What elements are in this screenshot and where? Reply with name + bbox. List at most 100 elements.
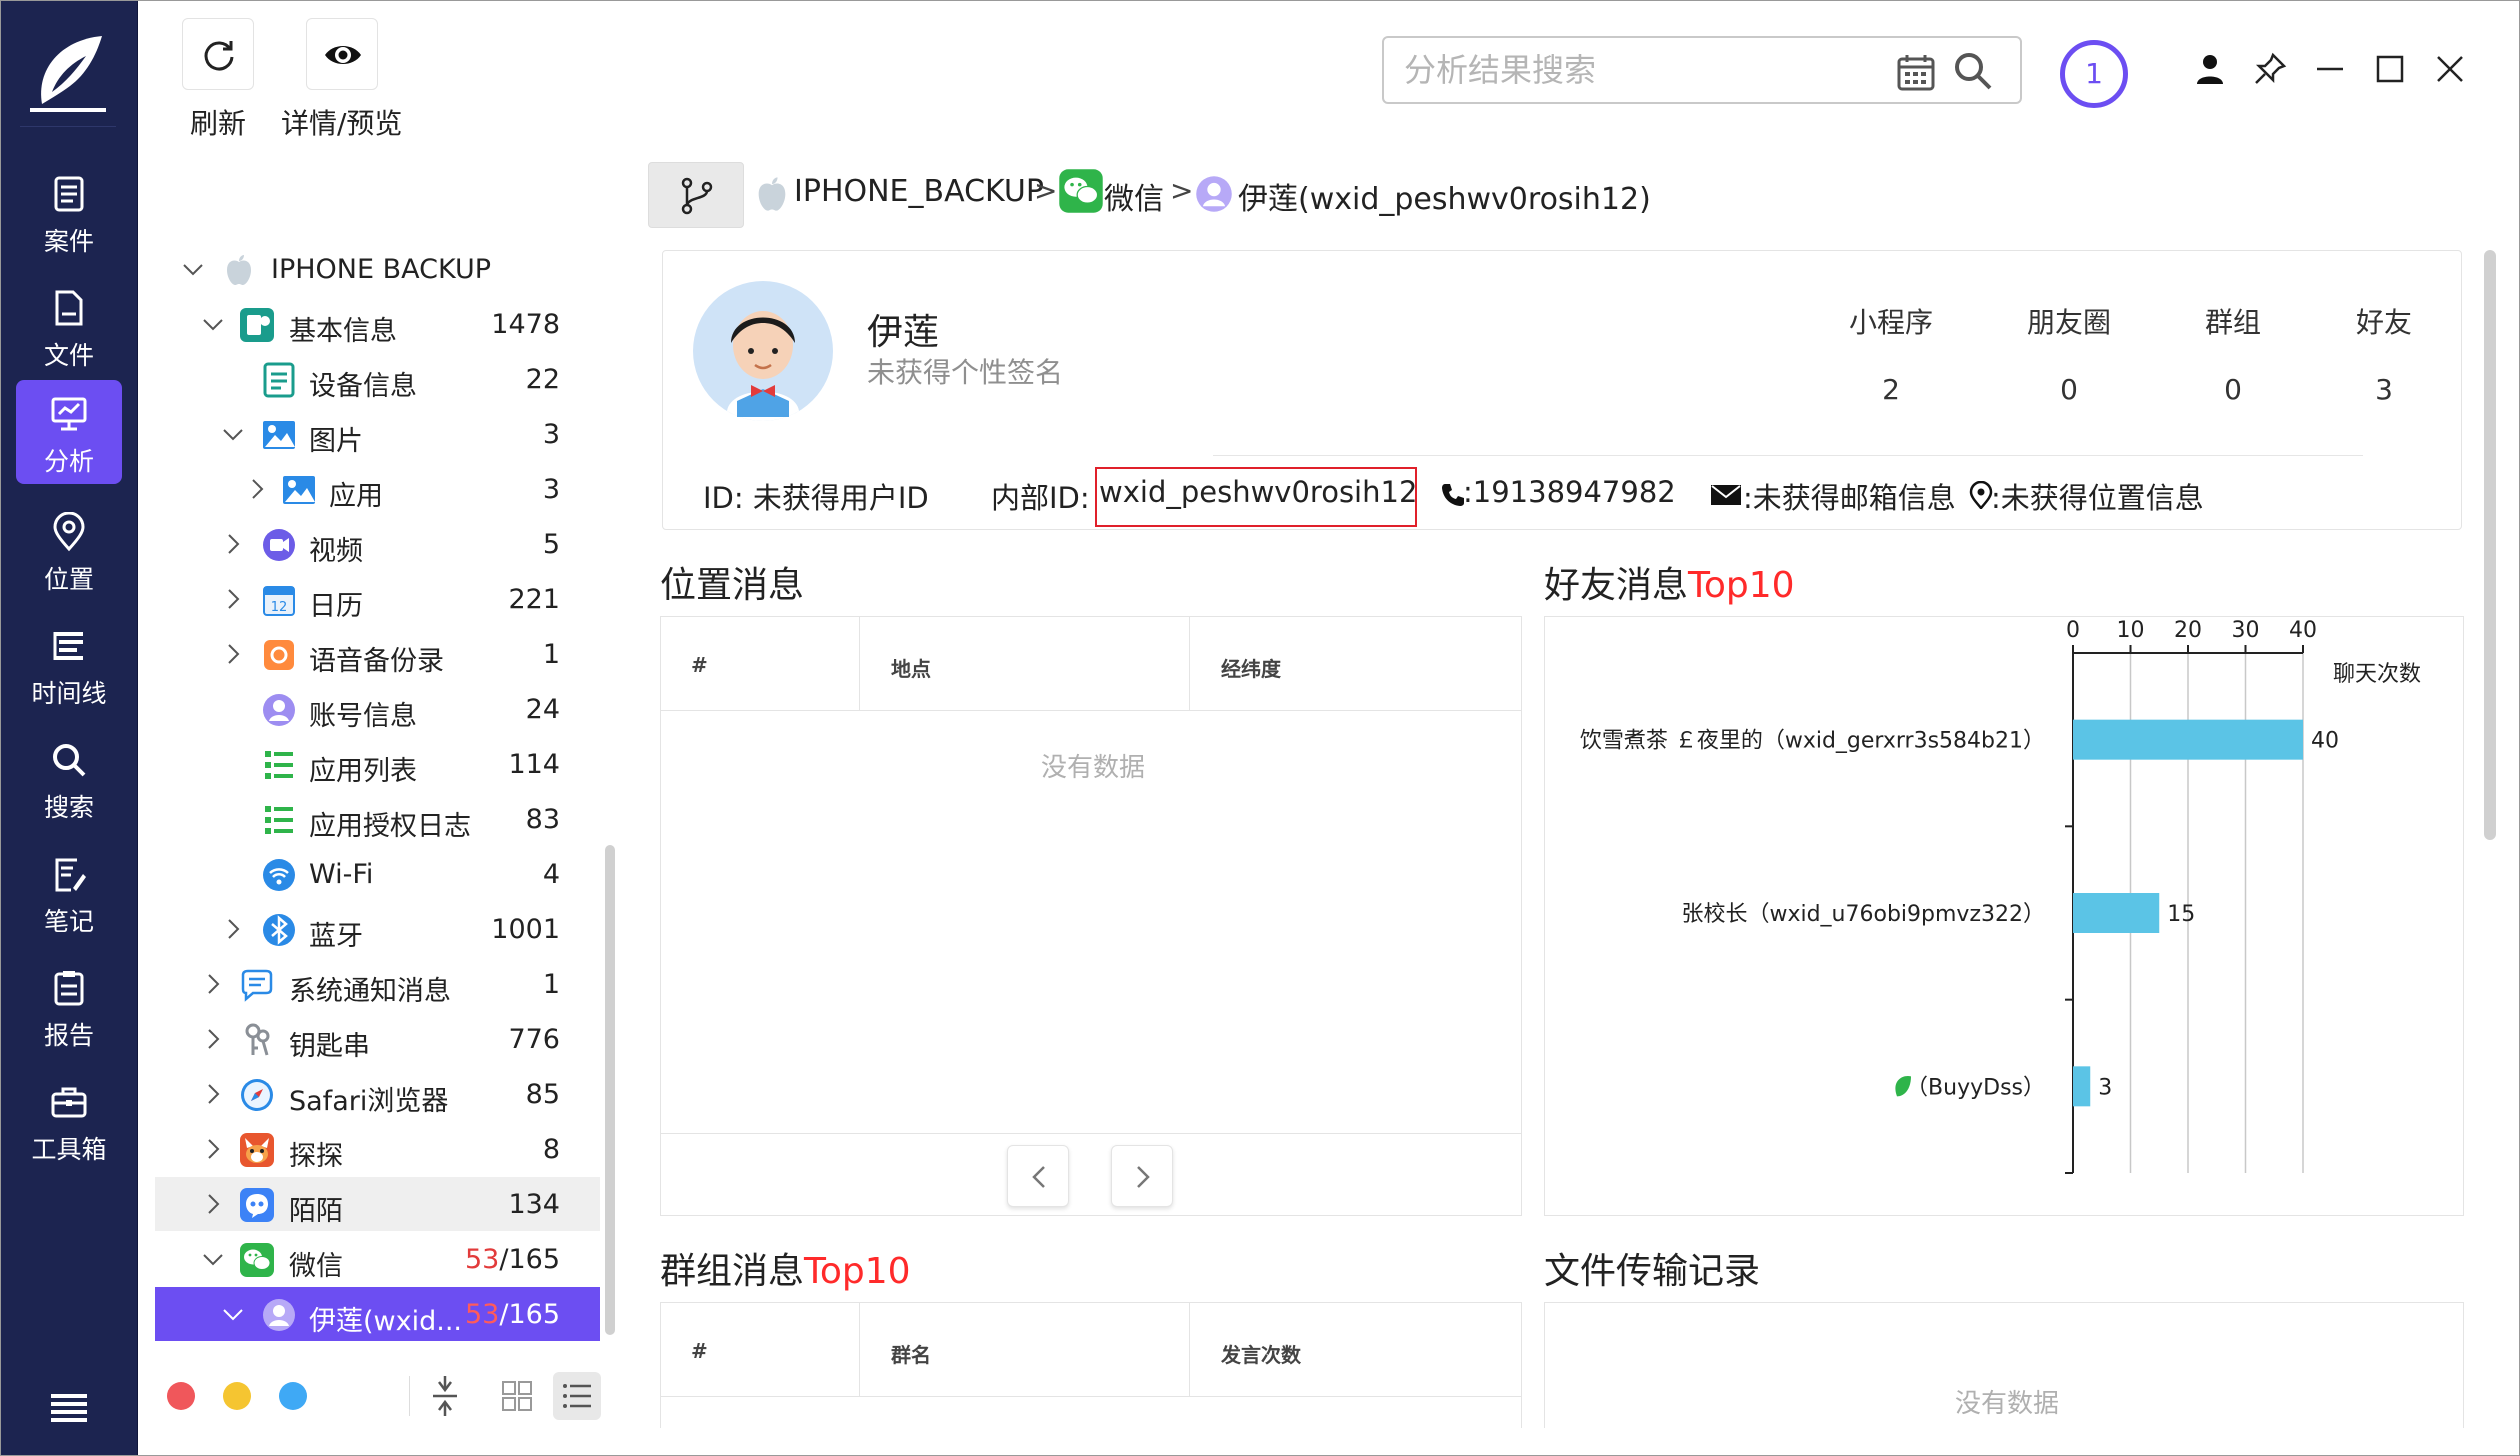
column-header[interactable]: # (691, 653, 708, 677)
apple-icon (227, 255, 251, 285)
tree-item-yilian[interactable]: 伊莲(wxid... 53/165 (155, 1287, 600, 1341)
nav-item-search[interactable]: 搜索 (16, 726, 122, 830)
chevron-right-icon[interactable] (201, 1082, 225, 1106)
content-scrollbar[interactable] (2484, 250, 2496, 840)
tree-label: 应用授权日志 (309, 811, 471, 842)
task-counter-badge[interactable]: 1 (2060, 40, 2128, 108)
tree-scrollbar[interactable] (605, 845, 615, 1335)
column-header[interactable]: # (691, 1339, 708, 1363)
chevron-down-icon[interactable] (221, 422, 245, 446)
pin-icon[interactable] (2251, 50, 2289, 88)
tantan-icon (240, 1133, 274, 1167)
wifi-icon (263, 859, 295, 891)
nav-item-file[interactable]: 文件 (16, 274, 122, 378)
tree-item-images[interactable]: 图片 3 (155, 407, 600, 461)
tree-count: 3 (542, 474, 560, 505)
stat-value: 3 (2375, 373, 2393, 406)
nav-item-case[interactable]: 案件 (16, 160, 122, 264)
chevron-right-icon[interactable] (221, 532, 245, 556)
tree-label: Wi-Fi (309, 859, 374, 890)
tree-item-app-auth-log[interactable]: 应用授权日志 83 (155, 792, 600, 846)
breadcrumb-item-backup[interactable]: IPHONE_BACKUP (794, 174, 1044, 209)
nav-item-timeline[interactable]: 时间线 (16, 612, 122, 716)
chevron-down-icon[interactable] (201, 312, 225, 336)
tree-count-highlight: 53 (465, 1244, 500, 1275)
tree-item-calendar[interactable]: 12 日历 221 (155, 572, 600, 626)
chevron-right-icon[interactable] (245, 477, 269, 501)
chevron-right-icon[interactable] (221, 587, 245, 611)
column-header[interactable]: 经纬度 (1221, 653, 1281, 682)
chart-tick-label: 20 (2174, 618, 2202, 643)
nav-item-note[interactable]: 笔记 (16, 840, 122, 944)
chevron-down-icon[interactable] (221, 1302, 245, 1326)
tree-count: 8 (542, 1134, 560, 1165)
details-button-frame (305, 18, 378, 90)
blue-dot-filter[interactable] (279, 1382, 307, 1410)
tree-item-bluetooth[interactable]: 蓝牙 1001 (155, 902, 600, 956)
refresh-button[interactable]: 刷新 (182, 18, 254, 142)
tree-item-momo[interactable]: 陌陌 134 (155, 1177, 600, 1231)
list-view-icon[interactable] (553, 1372, 601, 1420)
avatar (693, 281, 833, 421)
minimize-icon[interactable] (2311, 50, 2349, 88)
tree-item-iphone-backup[interactable]: IPHONE BACKUP (155, 242, 600, 296)
breadcrumb-item-user[interactable]: 伊莲(wxid_peshwv0rosih12) (1238, 174, 1651, 218)
collapse-all-icon[interactable] (421, 1372, 469, 1420)
nav-item-location[interactable]: 位置 (16, 498, 122, 602)
tree-item-video[interactable]: 视频 5 (155, 517, 600, 571)
stat-value: 0 (2224, 373, 2242, 406)
friends-title-prefix: 好友消息 (1544, 565, 1689, 606)
chevron-right-icon[interactable] (201, 1192, 225, 1216)
prev-page-button[interactable] (1007, 1145, 1069, 1207)
nav-item-toolbox[interactable]: 工具箱 (16, 1068, 122, 1172)
tree-count: 22 (525, 364, 560, 395)
chevron-right-icon[interactable] (221, 917, 245, 941)
chevron-right-icon[interactable] (201, 1137, 225, 1161)
tree-label: 日历 (309, 591, 363, 622)
apple-icon (758, 177, 786, 211)
tree-item-wifi[interactable]: Wi-Fi 4 (155, 847, 600, 901)
close-icon[interactable] (2431, 50, 2469, 88)
hamburger-menu-icon[interactable] (49, 1390, 89, 1426)
tree-item-safari[interactable]: Safari浏览器 85 (155, 1067, 600, 1121)
grid-view-icon[interactable] (493, 1372, 541, 1420)
tree-item-voice-memo[interactable]: 语音备份录 1 (155, 627, 600, 681)
tree-item-keychain[interactable]: 钥匙串 776 (155, 1012, 600, 1066)
search-icon[interactable] (1952, 50, 1994, 92)
column-header[interactable]: 发言次数 (1221, 1339, 1301, 1368)
branch-toggle-button[interactable] (648, 162, 744, 228)
result-search-input[interactable] (1404, 48, 1874, 92)
tree-item-system-notification[interactable]: 系统通知消息 1 (155, 957, 600, 1011)
breadcrumb-item-wechat[interactable]: 微信 (1104, 174, 1164, 218)
details-preview-button[interactable]: 详情/预览 (281, 18, 402, 142)
email-icon (1711, 485, 1741, 505)
image-icon (283, 476, 315, 504)
tree-item-app-list[interactable]: 应用列表 114 (155, 737, 600, 791)
tree-item-basic-info[interactable]: 基本信息 1478 (155, 297, 600, 351)
nav-item-analysis[interactable]: 分析 (16, 380, 122, 484)
chevron-right-icon[interactable] (201, 972, 225, 996)
chevron-right-icon[interactable] (221, 642, 245, 666)
yellow-dot-filter[interactable] (223, 1382, 251, 1410)
location-section-title: 位置消息 (660, 565, 805, 606)
tree-item-wechat[interactable]: 微信 53/165 (155, 1232, 600, 1286)
calendar-icon[interactable] (1896, 52, 1936, 92)
chevron-down-icon[interactable] (201, 1247, 225, 1271)
tree-item-app[interactable]: 应用 3 (155, 462, 600, 516)
refresh-button-frame (182, 18, 254, 90)
phone-number: :19138947982 (1463, 475, 1676, 509)
chevron-down-icon[interactable] (181, 257, 205, 281)
user-icon[interactable] (2191, 50, 2229, 88)
column-header[interactable]: 地点 (891, 653, 931, 682)
next-page-button[interactable] (1111, 1145, 1173, 1207)
column-header[interactable]: 群名 (891, 1339, 931, 1368)
tree-item-account-info[interactable]: 账号信息 24 (155, 682, 600, 736)
nav-item-report[interactable]: 报告 (16, 954, 122, 1058)
maximize-icon[interactable] (2371, 50, 2409, 88)
red-dot-filter[interactable] (167, 1382, 195, 1410)
tree-item-tantan[interactable]: 探探 8 (155, 1122, 600, 1176)
top-toolbar: 刷新 详情/预览 1 (139, 0, 2520, 150)
tree-item-device-info[interactable]: 设备信息 22 (155, 352, 600, 406)
chevron-right-icon[interactable] (201, 1027, 225, 1051)
footer-divider (409, 1376, 410, 1416)
